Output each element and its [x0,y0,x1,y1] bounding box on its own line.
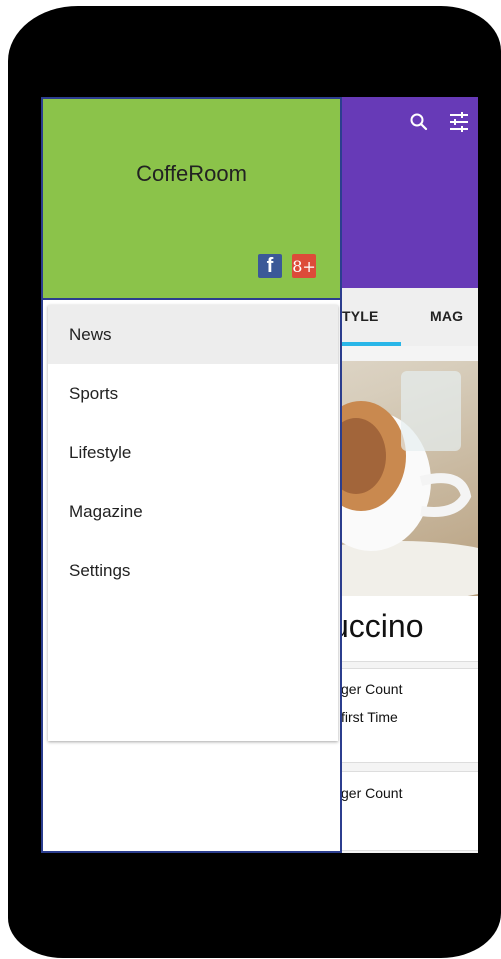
tab-lifestyle[interactable]: TYLE [342,308,379,324]
menu-item-sports[interactable]: Sports [48,364,338,423]
drawer-menu: News Sports Lifestyle Magazine Settings [48,305,338,741]
drawer-header: CoffeRoom f 8+ [43,99,340,300]
phone-frame: TYLE MAG uccino ger Count first Time ger… [8,6,501,958]
menu-item-label: Settings [69,560,131,580]
tune-icon[interactable] [446,109,472,135]
menu-item-magazine[interactable]: Magazine [48,482,338,541]
menu-item-label: Magazine [69,501,143,521]
social-links: f 8+ [258,254,316,278]
facebook-icon[interactable]: f [258,254,282,278]
app-bar-actions [406,109,472,135]
menu-item-settings[interactable]: Settings [48,541,338,600]
tab-magazine[interactable]: MAG [430,308,463,324]
app-screen: TYLE MAG uccino ger Count first Time ger… [41,97,478,853]
google-plus-icon[interactable]: 8+ [292,254,316,278]
featured-title: uccino [331,608,424,644]
menu-item-label: News [69,324,112,344]
article-subtitle: first Time [341,709,398,725]
brand-name: CoffeRoom [136,161,247,186]
article-title: ger Count [341,785,403,801]
menu-item-label: Lifestyle [69,442,132,462]
menu-item-lifestyle[interactable]: Lifestyle [48,423,338,482]
navigation-drawer: CoffeRoom f 8+ News Sports Lifestyle Mag… [41,97,342,853]
search-icon[interactable] [406,109,432,135]
menu-item-label: Sports [69,383,119,403]
article-title: ger Count [341,681,403,697]
menu-item-news[interactable]: News [48,305,338,364]
